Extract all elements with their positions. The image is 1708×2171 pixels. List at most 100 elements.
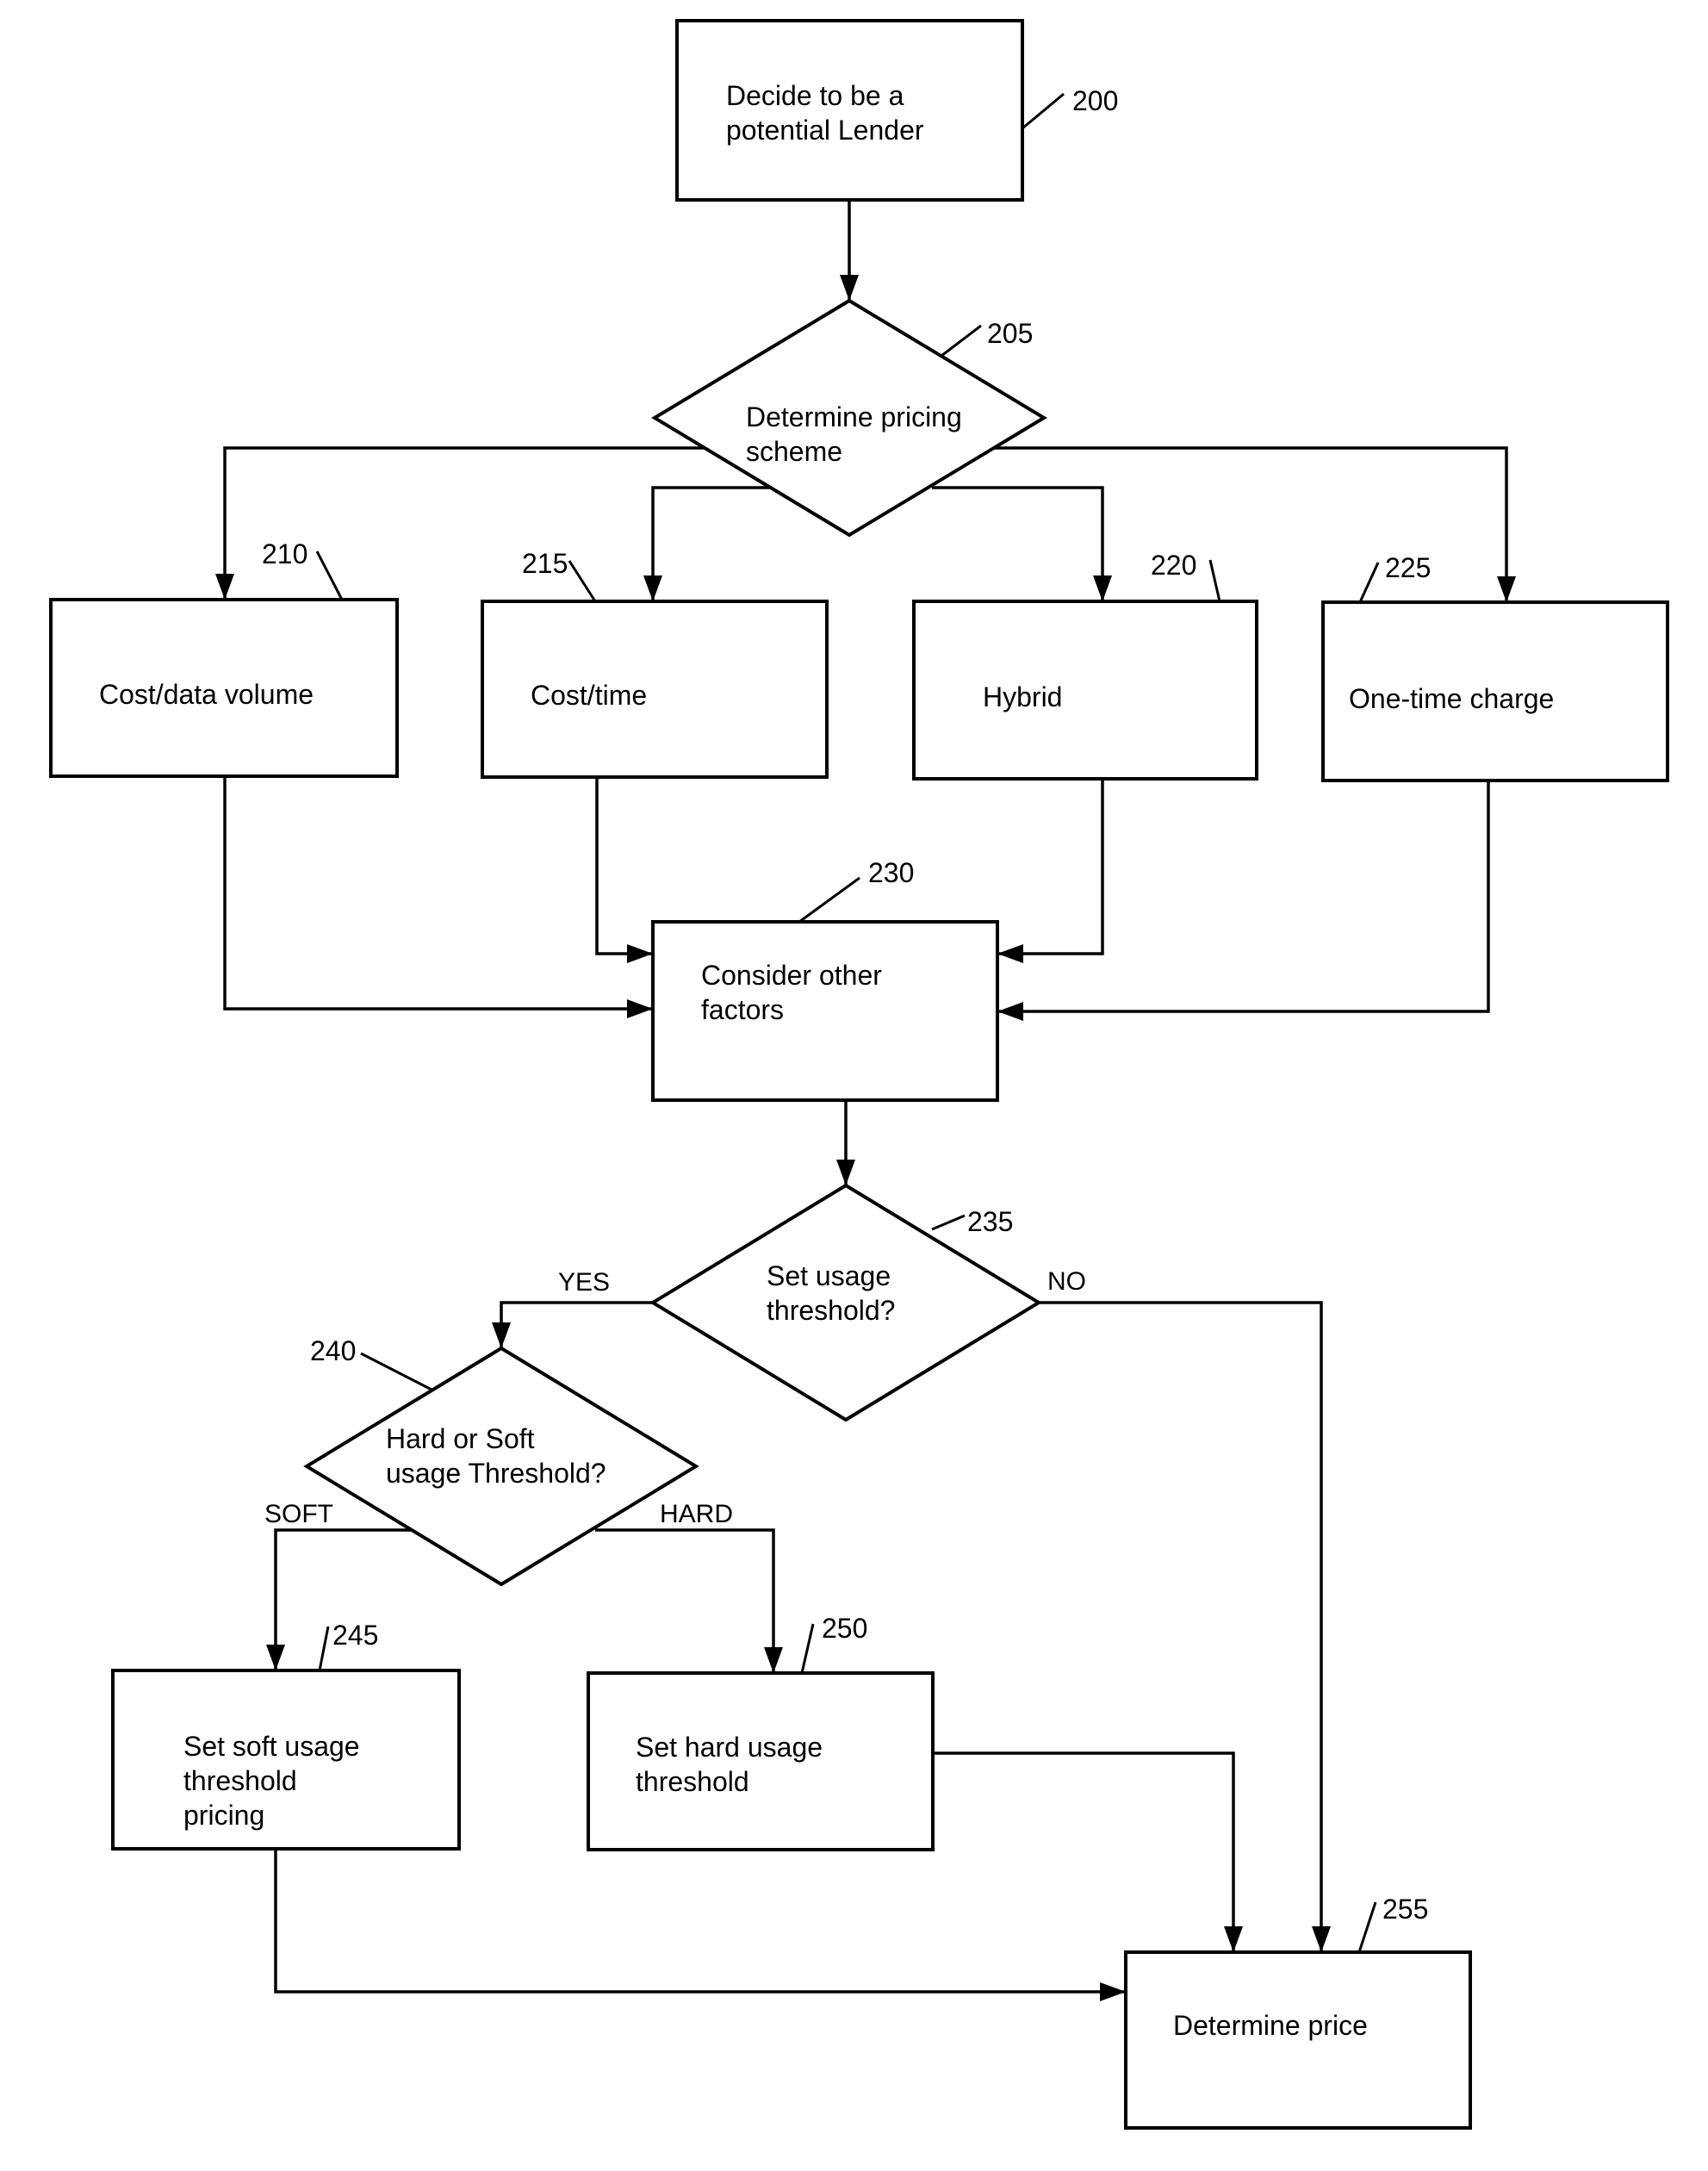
arrowhead-icon: [1093, 575, 1112, 601]
connector-line: [651, 486, 797, 601]
node-label: Decide to be a: [726, 80, 904, 111]
node-250: Set hard usagethreshold 250: [587, 1613, 935, 1851]
connector-line: [274, 1849, 1126, 1994]
arrowhead-icon: [627, 944, 653, 963]
node-label: Determine pricing: [746, 401, 962, 432]
connector-line: [595, 1528, 775, 1673]
nodes: Decide to be a potential Lender 200 Determi…: [49, 19, 1669, 2130]
reference-leader-line: [1358, 562, 1380, 603]
node-230: Consider otherfactors 230: [651, 857, 999, 1102]
node-label: scheme: [746, 436, 842, 467]
arrowhead-icon: [1100, 1982, 1126, 2001]
edge-200-205: [840, 200, 859, 301]
node-245: Set soft usagethreshold pricing 245: [111, 1620, 461, 1851]
node-205: Determine pricing scheme 205: [651, 298, 1047, 538]
edge-225-230: [997, 781, 1490, 1021]
node-label: threshold: [636, 1766, 749, 1797]
node-240: Hard or Soft usage Threshold? 240: [303, 1335, 699, 1587]
arrowhead-icon: [643, 575, 662, 601]
edge-205-225: [992, 446, 1516, 602]
reference-numeral: 250: [822, 1613, 867, 1644]
node-label: Consider other: [701, 960, 882, 991]
arrowhead-icon: [997, 1002, 1023, 1021]
arrowhead-icon: [836, 1160, 855, 1185]
reference-numeral: 205: [987, 318, 1033, 349]
edge-240-250: [595, 1528, 783, 1673]
reference-numeral: 225: [1385, 552, 1431, 583]
reference-numeral: 210: [262, 538, 307, 569]
node-label: Set soft usage: [183, 1731, 360, 1762]
node-225: One-time charge 225: [1321, 552, 1669, 782]
reference-leader-line: [1208, 559, 1221, 602]
node-label: Cost/time: [531, 680, 647, 711]
node-220: Hybrid 220: [912, 550, 1258, 781]
reference-leader-line: [1357, 1901, 1377, 1953]
connector-line: [595, 777, 653, 955]
node-label: factors: [701, 994, 784, 1025]
reference-leader-line: [800, 1623, 815, 1674]
edge-250-255: [933, 1751, 1243, 1952]
reference-leader-line: [360, 1352, 432, 1391]
edge-205-215: [643, 486, 797, 601]
connector-line: [997, 781, 1490, 1013]
connector-line: [932, 486, 1104, 601]
edge-245-255: [274, 1849, 1126, 2001]
reference-leader-line: [1022, 92, 1065, 130]
node-label: threshold?: [767, 1295, 895, 1326]
node-label: Hybrid: [983, 681, 1062, 712]
branch-label-soft: SOFT: [264, 1500, 333, 1528]
branch-label-no: NO: [1047, 1267, 1086, 1296]
flowchart: Decide to be a potential Lender 200 Determi…: [49, 19, 1669, 2130]
node-255: Determine price 255: [1124, 1894, 1472, 2130]
reference-leader-line: [941, 324, 982, 358]
arrowhead-icon: [764, 1647, 783, 1673]
edge-205-210: [215, 446, 710, 600]
reference-numeral: 235: [967, 1206, 1013, 1237]
reference-numeral: 245: [332, 1620, 378, 1651]
node-label: pricing: [183, 1800, 264, 1831]
reference-leader-line: [315, 551, 344, 600]
arrowhead-icon: [492, 1322, 511, 1348]
node-label: Determine price: [1173, 2010, 1368, 2041]
node-label: usage Threshold?: [386, 1458, 606, 1489]
reference-numeral: 255: [1382, 1894, 1428, 1925]
branch-label-hard: HARD: [660, 1500, 733, 1528]
connector-line: [223, 776, 653, 1011]
node-label: threshold: [183, 1765, 297, 1796]
reference-leader-line: [931, 1214, 966, 1231]
node-label: potential Lender: [726, 115, 924, 146]
node-235: Set usage threshold? 235: [649, 1183, 1042, 1422]
node-200: Decide to be a potential Lender 200: [675, 19, 1118, 202]
reference-leader-line: [318, 1626, 330, 1671]
edge-210-230: [223, 776, 653, 1018]
reference-numeral: 240: [310, 1335, 356, 1366]
node-label: One-time charge: [1349, 683, 1554, 714]
reference-numeral: 220: [1151, 550, 1196, 581]
edge-205-220: [932, 486, 1112, 601]
node-label: Hard or Soft: [386, 1423, 535, 1454]
arrowhead-icon: [627, 999, 653, 1018]
reference-numeral: 215: [522, 548, 568, 579]
edge-230-235: [836, 1100, 855, 1185]
arrowhead-icon: [997, 944, 1023, 963]
reference-leader-line: [798, 876, 860, 924]
connector-line: [1039, 1301, 1323, 1952]
node-label: Set hard usage: [636, 1732, 823, 1763]
node-label: Set usage: [767, 1260, 891, 1291]
connector-line: [933, 1751, 1235, 1952]
edge-215-230: [595, 777, 653, 963]
edge-235-240: [492, 1301, 653, 1348]
reference-leader-line: [568, 560, 597, 602]
arrowhead-icon: [1312, 1926, 1331, 1952]
connector-line: [500, 1301, 653, 1348]
branch-label-yes: YES: [558, 1268, 610, 1297]
connector-line: [997, 779, 1104, 955]
edge-220-230: [997, 779, 1104, 963]
process-box: [912, 600, 1258, 781]
arrowhead-icon: [266, 1645, 285, 1670]
arrowhead-icon: [215, 574, 234, 600]
arrowhead-icon: [840, 275, 859, 301]
edge-235-255: [1039, 1301, 1331, 1952]
node-label: Cost/data volume: [99, 679, 314, 710]
arrowhead-icon: [1224, 1926, 1243, 1952]
